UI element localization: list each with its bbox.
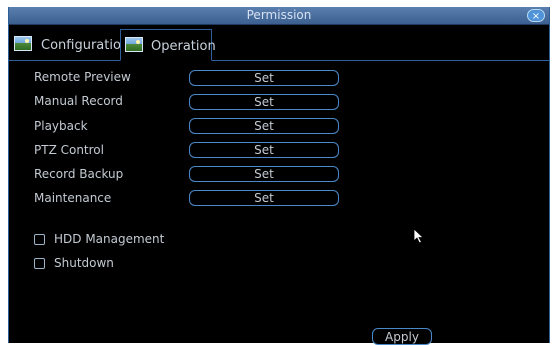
close-button[interactable]: × — [527, 9, 545, 22]
ptz-control-set-button[interactable]: Set — [189, 142, 339, 158]
shutdown-checkbox[interactable] — [34, 258, 45, 269]
maintenance-label: Maintenance — [34, 191, 112, 205]
remote-preview-label: Remote Preview — [34, 70, 131, 84]
mouse-cursor-icon — [414, 229, 425, 244]
tab-operation[interactable]: Operation — [120, 29, 216, 61]
playback-set-button[interactable]: Set — [189, 118, 339, 134]
hdd-management-label: HDD Management — [54, 232, 165, 246]
picture-icon — [125, 37, 143, 52]
record-backup-label: Record Backup — [34, 167, 124, 181]
title-bar[interactable]: Permission × — [9, 7, 549, 25]
manual-record-set-button[interactable]: Set — [189, 94, 339, 110]
shutdown-label: Shutdown — [54, 256, 114, 270]
tab-configuration[interactable]: Configuration — [9, 29, 129, 61]
apply-button[interactable]: Apply — [372, 328, 432, 345]
remote-preview-set-button[interactable]: Set — [189, 70, 339, 86]
picture-icon — [14, 36, 32, 51]
close-icon: × — [531, 11, 541, 22]
manual-record-label: Manual Record — [34, 94, 123, 108]
dialog-title: Permission — [246, 8, 312, 22]
permission-dialog: Permission × Configuration Operation Rem… — [8, 7, 550, 345]
maintenance-set-button[interactable]: Set — [189, 190, 339, 206]
playback-label: Playback — [34, 119, 88, 133]
ptz-control-label: PTZ Control — [34, 143, 104, 157]
tab-bar: Configuration Operation — [9, 25, 549, 61]
hdd-management-checkbox[interactable] — [34, 234, 45, 245]
record-backup-set-button[interactable]: Set — [189, 166, 339, 182]
tab-label: Operation — [151, 39, 216, 54]
tab-label: Configuration — [41, 38, 130, 53]
